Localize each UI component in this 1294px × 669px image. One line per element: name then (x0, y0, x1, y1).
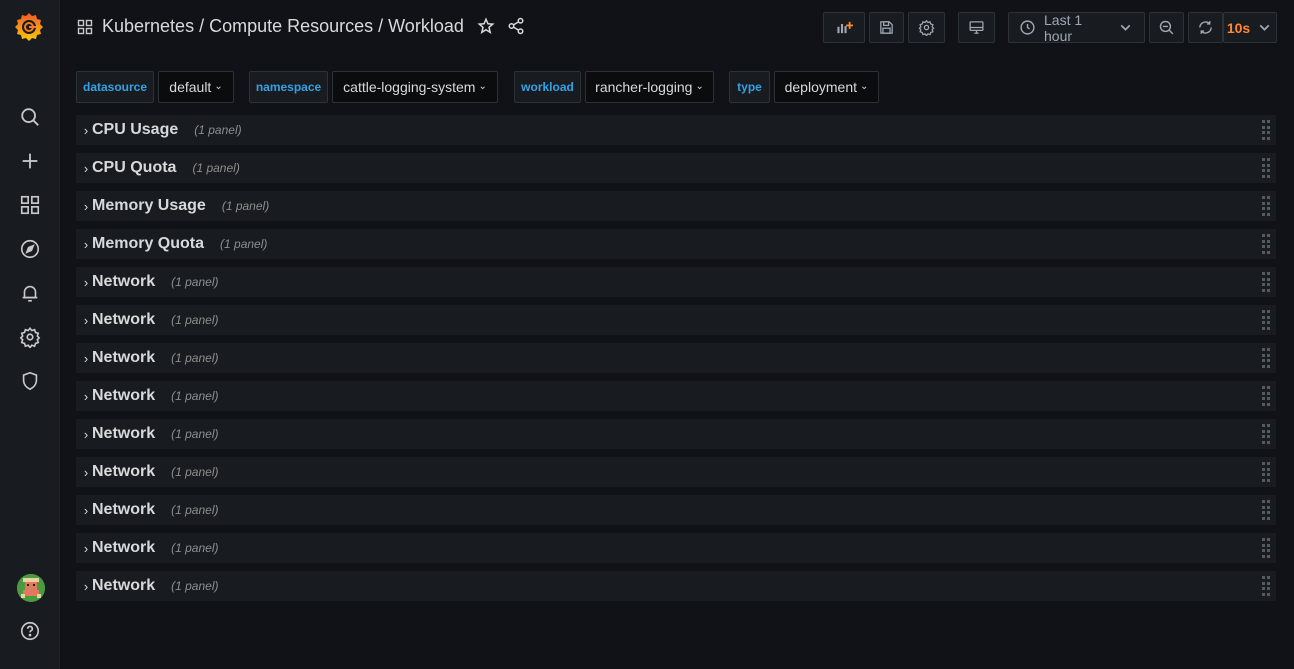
configuration-gear-icon[interactable] (18, 325, 42, 349)
add-panel-button[interactable] (823, 12, 865, 43)
row-title: CPU Quota (92, 159, 177, 176)
dashboard-row[interactable]: › Network (1 panel) (76, 305, 1276, 335)
row-panel-count: (1 panel) (171, 313, 219, 327)
dashboards-grid-icon (77, 19, 93, 35)
variable-value: cattle-logging-system (343, 79, 476, 95)
row-title: Network (92, 577, 156, 594)
variable-select-workload[interactable]: rancher-logging ⌄ (585, 71, 714, 103)
row-panel-count: (1 panel) (171, 389, 219, 403)
variable-value: rancher-logging (595, 79, 693, 95)
row-panel-count: (1 panel) (192, 161, 240, 175)
drag-handle-icon[interactable] (1262, 462, 1270, 482)
drag-handle-icon[interactable] (1262, 386, 1270, 406)
dashboard-row[interactable]: › Network (1 panel) (76, 495, 1276, 525)
variable-label-type: type (729, 71, 770, 103)
zoom-out-button[interactable] (1149, 12, 1184, 43)
row-panel-count: (1 panel) (171, 503, 219, 517)
drag-handle-icon[interactable] (1262, 272, 1270, 292)
dashboard-row[interactable]: › Network (1 panel) (76, 343, 1276, 373)
dashboard-row[interactable]: › Network (1 panel) (76, 571, 1276, 601)
drag-handle-icon[interactable] (1262, 348, 1270, 368)
refresh-button[interactable] (1188, 12, 1223, 43)
row-panel-count: (1 panel) (221, 199, 270, 213)
variable-value: default (169, 79, 212, 95)
dashboards-icon[interactable] (18, 193, 42, 217)
sidebar (0, 0, 60, 669)
variable-label-namespace: namespace (249, 71, 328, 103)
dashboard-navbar: Kubernetes / Compute Resources / Workloa… (60, 0, 1294, 56)
dashboard-row[interactable]: › CPU Usage (1 panel) (76, 115, 1276, 145)
row-panel-count: (1 panel) (171, 275, 219, 289)
variable-label-datasource: datasource (76, 71, 154, 103)
dashboard-row[interactable]: › Network (1 panel) (76, 533, 1276, 563)
explore-compass-icon[interactable] (18, 237, 42, 261)
chevron-down-icon: ⌄ (478, 80, 487, 92)
row-panel-count: (1 panel) (171, 465, 219, 479)
chevron-down-icon: ⌄ (860, 80, 869, 92)
chevron-down-icon (1256, 19, 1273, 36)
refresh-interval-label: 10s (1226, 19, 1251, 36)
variable-label-workload: workload (514, 71, 581, 103)
share-icon[interactable] (507, 17, 525, 35)
drag-handle-icon[interactable] (1262, 234, 1270, 254)
row-panel-count: (1 panel) (171, 427, 219, 441)
dashboard-row[interactable]: › Network (1 panel) (76, 381, 1276, 411)
drag-handle-icon[interactable] (1262, 424, 1270, 444)
dashboard-settings-button[interactable] (908, 12, 945, 43)
avatar[interactable] (17, 574, 45, 602)
row-panel-count: (1 panel) (220, 237, 268, 251)
clock-icon (1019, 19, 1036, 36)
variable-value: deployment (784, 79, 857, 95)
dashboard-row[interactable]: › Memory Usage (1 panel) (76, 191, 1276, 221)
row-panel-count: (1 panel) (171, 351, 219, 365)
row-title: Memory Quota (92, 235, 205, 252)
search-icon[interactable] (18, 105, 42, 129)
alerting-bell-icon[interactable] (18, 281, 42, 305)
variable-select-namespace[interactable]: cattle-logging-system ⌄ (332, 71, 498, 103)
drag-handle-icon[interactable] (1262, 158, 1270, 178)
row-title: Network (92, 349, 156, 366)
star-icon[interactable] (477, 17, 495, 35)
chevron-down-icon: ⌄ (214, 80, 223, 92)
row-title: Network (92, 387, 156, 404)
drag-handle-icon[interactable] (1262, 120, 1270, 140)
row-title: Memory Usage (92, 197, 206, 214)
dashboard-row[interactable]: › Memory Quota (1 panel) (76, 229, 1276, 259)
variable-select-type[interactable]: deployment ⌄ (774, 71, 879, 103)
cycle-view-mode-button[interactable] (958, 12, 995, 43)
refresh-interval-picker[interactable]: 10s (1223, 12, 1277, 43)
row-title: Network (92, 501, 156, 518)
help-icon[interactable] (18, 619, 42, 643)
time-range-picker[interactable]: Last 1 hour (1008, 11, 1145, 44)
drag-handle-icon[interactable] (1262, 196, 1270, 216)
breadcrumb[interactable]: Kubernetes / Compute Resources / Workloa… (102, 16, 464, 37)
dashboard-row[interactable]: › Network (1 panel) (76, 419, 1276, 449)
dashboard-row[interactable]: › Network (1 panel) (76, 457, 1276, 487)
dashboard-row[interactable]: › Network (1 panel) (76, 267, 1276, 297)
row-title: Network (92, 311, 156, 328)
variable-select-datasource[interactable]: default ⌄ (158, 71, 234, 103)
time-range-label: Last 1 hour (1044, 11, 1083, 44)
plus-icon[interactable] (18, 149, 42, 173)
dashboard-row[interactable]: › CPU Quota (1 panel) (76, 153, 1276, 183)
drag-handle-icon[interactable] (1262, 576, 1270, 596)
grafana-logo[interactable] (12, 9, 46, 43)
chevron-down-icon: ⌄ (695, 80, 704, 92)
row-panel-count: (1 panel) (171, 541, 219, 555)
chevron-down-icon (1117, 19, 1134, 36)
server-admin-shield-icon[interactable] (18, 369, 42, 393)
row-title: Network (92, 539, 156, 556)
row-panel-count: (1 panel) (171, 579, 219, 593)
drag-handle-icon[interactable] (1262, 500, 1270, 520)
drag-handle-icon[interactable] (1262, 538, 1270, 558)
row-title: Network (92, 463, 156, 480)
drag-handle-icon[interactable] (1262, 310, 1270, 330)
row-panel-count: (1 panel) (194, 123, 242, 137)
row-title: Network (92, 425, 156, 442)
row-title: Network (92, 273, 156, 290)
row-title: CPU Usage (92, 121, 179, 138)
save-dashboard-button[interactable] (869, 12, 904, 43)
